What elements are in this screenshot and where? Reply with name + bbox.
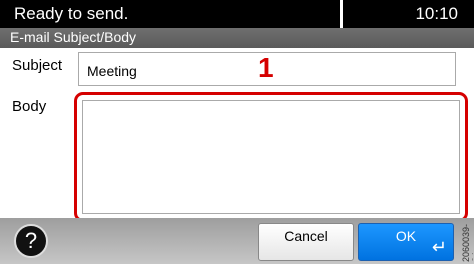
body-field[interactable] <box>82 100 460 214</box>
status-time: 10:10 <box>415 4 458 23</box>
email-subject-body-screen: Ready to send. 10:10 E-mail Subject/Body… <box>0 0 474 264</box>
subject-label: Subject <box>12 57 63 74</box>
cancel-label: Cancel <box>284 228 328 244</box>
page-title: E-mail Subject/Body <box>10 29 137 45</box>
body-label: Body <box>12 98 47 115</box>
callout-number: 1 <box>258 52 274 83</box>
status-message: Ready to send. <box>14 4 129 23</box>
status-bar: Ready to send. 10:10 <box>0 0 474 28</box>
title-bar: E-mail Subject/Body <box>0 28 474 48</box>
cancel-button[interactable]: Cancel <box>258 223 354 261</box>
help-button[interactable]: ? <box>14 224 48 258</box>
side-code-text: 2060039-24 <box>461 223 473 262</box>
enter-icon: ↵ <box>431 237 447 257</box>
help-icon: ? <box>24 228 38 253</box>
status-divider <box>340 0 343 28</box>
ok-label: OK <box>395 228 417 244</box>
subject-value: Meeting <box>87 63 137 79</box>
ok-button[interactable]: OK ↵ <box>358 223 454 261</box>
